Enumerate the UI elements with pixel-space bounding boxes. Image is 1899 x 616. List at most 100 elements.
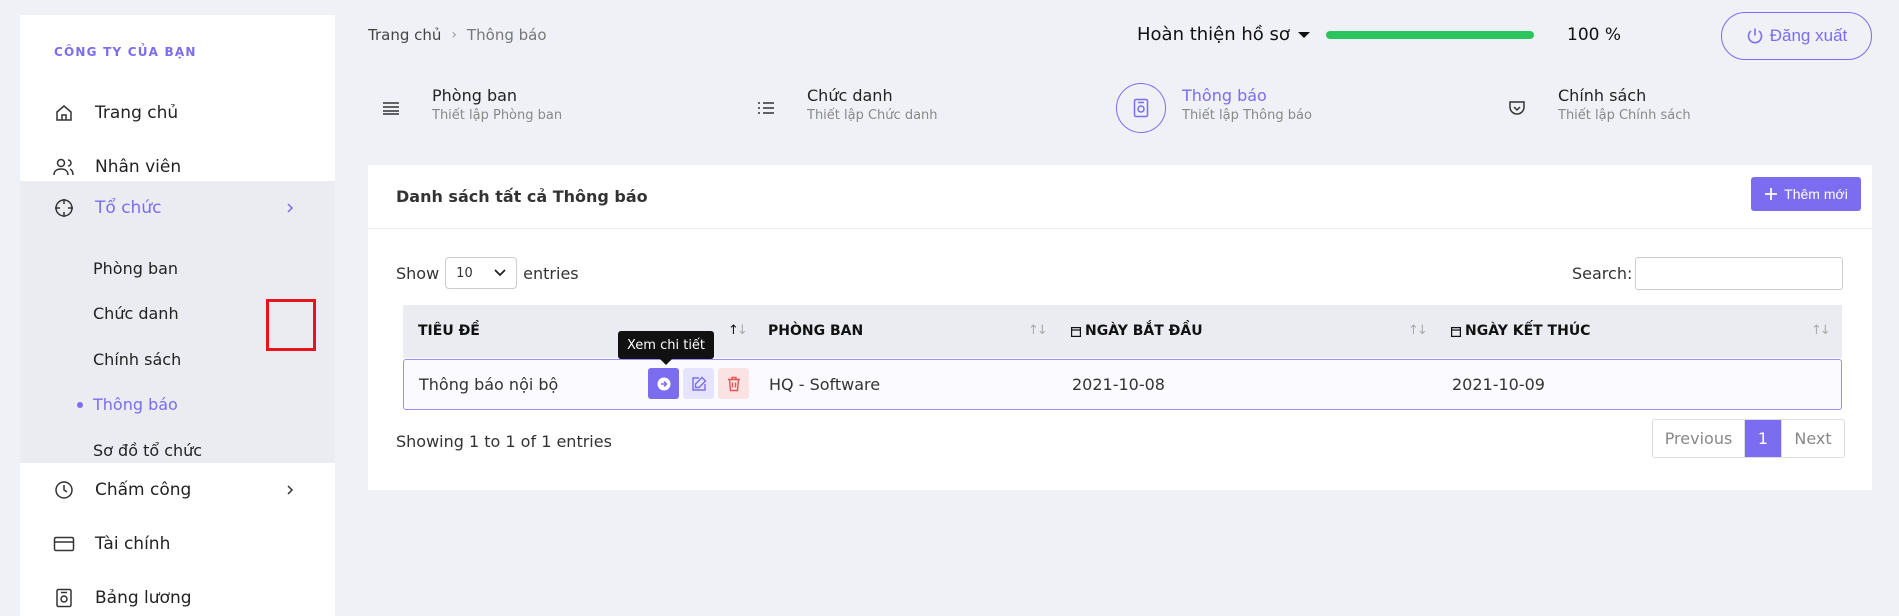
- breadcrumb-current: Thông báo: [466, 26, 547, 44]
- cell-start-date: 2021-10-08: [1072, 375, 1165, 394]
- profile-completion-label: Hoàn thiện hồ sơ: [1137, 24, 1290, 45]
- subitem-label: Thông báo: [93, 395, 178, 414]
- company-name: CÔNG TY CỦA BẠN: [54, 45, 197, 59]
- step-notifications[interactable]: Thông báo Thiết lập Thông báo: [1116, 83, 1312, 133]
- chevron-right-icon: [281, 199, 299, 217]
- sidebar-subitem-departments[interactable]: Phòng ban: [93, 259, 178, 278]
- cell-end-date: 2021-10-09: [1452, 375, 1545, 394]
- list-icon: [366, 83, 416, 133]
- active-dot: [77, 401, 83, 408]
- notifications-card: Danh sách tất cả Thông báo Thêm mới Show…: [368, 165, 1872, 490]
- chevron-down-icon: [494, 269, 506, 277]
- sidebar-item-payroll[interactable]: Bảng lương: [20, 571, 335, 616]
- subitem-label: Chức danh: [93, 304, 179, 323]
- sort-icon[interactable]: ↑↓: [728, 323, 748, 338]
- step-positions[interactable]: Chức danh Thiết lập Chức danh: [741, 83, 938, 133]
- step-title: Thông báo: [1182, 86, 1267, 105]
- edit-button[interactable]: [683, 368, 714, 399]
- sidebar-subitem-positions[interactable]: Chức danh: [93, 304, 179, 323]
- subitem-label: Sơ đồ tổ chức: [93, 441, 203, 460]
- sidebar-item-attendance[interactable]: Chấm công: [20, 463, 335, 517]
- add-new-label: Thêm mới: [1784, 186, 1848, 202]
- sidebar-item-home[interactable]: Trang chủ: [20, 86, 335, 140]
- sidebar-subitem-policies[interactable]: Chính sách: [93, 350, 181, 369]
- sidebar-subitem-notifications[interactable]: Thông báo: [77, 395, 178, 414]
- entries-select[interactable]: 10: [445, 257, 518, 289]
- sidebar-item-label: Nhân viên: [95, 157, 182, 177]
- users-icon: [53, 156, 75, 178]
- table-row[interactable]: Thông báo nội bộ HQ - Software 2021-10-0…: [403, 359, 1842, 410]
- edit-icon: [691, 376, 706, 391]
- column-header-department[interactable]: PHÒNG BAN: [768, 323, 863, 339]
- card-header: Danh sách tất cả Thông báo Thêm mới: [368, 165, 1872, 229]
- breadcrumb-home[interactable]: Trang chủ: [368, 26, 441, 44]
- sidebar-item-label: Tài chính: [95, 534, 171, 554]
- card-title: Danh sách tất cả Thông báo: [396, 187, 648, 206]
- clock-icon: [53, 479, 75, 501]
- crosshair-icon: [53, 197, 75, 219]
- payroll-icon: [53, 587, 75, 609]
- sidebar-item-label: Tổ chức: [95, 198, 162, 218]
- breadcrumb: Trang chủ › Thông báo: [368, 26, 547, 44]
- logout-label: Đăng xuất: [1769, 26, 1848, 45]
- sidebar-item-label: Bảng lương: [95, 588, 192, 608]
- next-page-button[interactable]: Next: [1781, 420, 1844, 457]
- entries-length-control: Show 10 entries: [396, 257, 579, 289]
- step-policies[interactable]: Chính sách Thiết lập Chính sách: [1492, 83, 1691, 133]
- column-header-end-date[interactable]: NGÀY KẾT THÚC: [1451, 323, 1590, 339]
- caret-down-icon: [1297, 31, 1310, 38]
- plus-icon: [1765, 188, 1778, 200]
- pocket-icon: [1492, 83, 1542, 133]
- search-input[interactable]: [1635, 257, 1843, 290]
- progress-percent: 100 %: [1567, 25, 1622, 45]
- sidebar-item-label: Chấm công: [95, 480, 192, 500]
- sidebar-item-label: Trang chủ: [95, 103, 179, 123]
- logout-button[interactable]: Đăng xuất: [1721, 12, 1872, 60]
- step-subtitle: Thiết lập Chính sách: [1558, 108, 1691, 123]
- entries-select-value: 10: [456, 265, 473, 281]
- highlight-box: [266, 299, 316, 351]
- sort-icon[interactable]: ↑↓: [1408, 323, 1428, 338]
- trash-icon: [727, 376, 740, 391]
- sort-icon[interactable]: ↑↓: [1811, 323, 1831, 338]
- subitem-label: Phòng ban: [93, 259, 179, 278]
- sidebar-subitem-org-chart[interactable]: Sơ đồ tổ chức: [93, 441, 202, 460]
- arrow-right-circle-icon: [657, 377, 670, 390]
- profile-completion-dropdown[interactable]: Hoàn thiện hồ sơ: [1137, 24, 1310, 45]
- progress-fill: [1326, 31, 1534, 39]
- chevron-right-icon: [281, 481, 299, 499]
- step-subtitle: Thiết lập Thông báo: [1182, 108, 1312, 123]
- profile-progress-bar: [1326, 31, 1534, 39]
- cell-department: HQ - Software: [769, 375, 881, 394]
- bullet-list-icon: [741, 83, 791, 133]
- step-departments[interactable]: Phòng ban Thiết lập Phòng ban: [366, 83, 562, 133]
- view-detail-tooltip: Xem chi tiết: [618, 331, 714, 365]
- step-title: Phòng ban: [432, 86, 518, 105]
- pagination: Previous 1 Next: [1652, 419, 1845, 458]
- sidebar-item-organization[interactable]: Tổ chức: [20, 181, 335, 235]
- show-label: Show: [396, 263, 440, 283]
- view-detail-button[interactable]: [648, 368, 679, 399]
- add-new-button[interactable]: Thêm mới: [1751, 177, 1861, 211]
- column-header-label: NGÀY BẮT ĐẦU: [1085, 323, 1203, 339]
- step-subtitle: Thiết lập Chức danh: [807, 108, 938, 123]
- step-title: Chức danh: [807, 86, 893, 105]
- calendar-icon: [1071, 326, 1081, 337]
- table-info: Showing 1 to 1 of 1 entries: [396, 432, 612, 451]
- column-header-label: PHÒNG BAN: [768, 323, 864, 339]
- power-icon: [1747, 28, 1763, 44]
- column-header-label: TIÊU ĐỀ: [418, 323, 480, 339]
- column-header-start-date[interactable]: NGÀY BẮT ĐẦU: [1071, 323, 1203, 339]
- search-label: Search:: [1572, 264, 1633, 283]
- subitem-label: Chính sách: [93, 350, 182, 369]
- step-subtitle: Thiết lập Phòng ban: [432, 108, 563, 123]
- calendar-icon: [1451, 326, 1461, 337]
- home-icon: [53, 102, 75, 124]
- sort-icon[interactable]: ↑↓: [1028, 323, 1048, 338]
- sidebar-item-finance[interactable]: Tài chính: [20, 517, 335, 571]
- cell-title: Thông báo nội bộ: [419, 375, 559, 394]
- delete-button[interactable]: [718, 368, 749, 399]
- page-1-button[interactable]: 1: [1745, 420, 1781, 457]
- column-header-title[interactable]: TIÊU ĐỀ: [418, 323, 480, 339]
- previous-page-button[interactable]: Previous: [1653, 420, 1745, 457]
